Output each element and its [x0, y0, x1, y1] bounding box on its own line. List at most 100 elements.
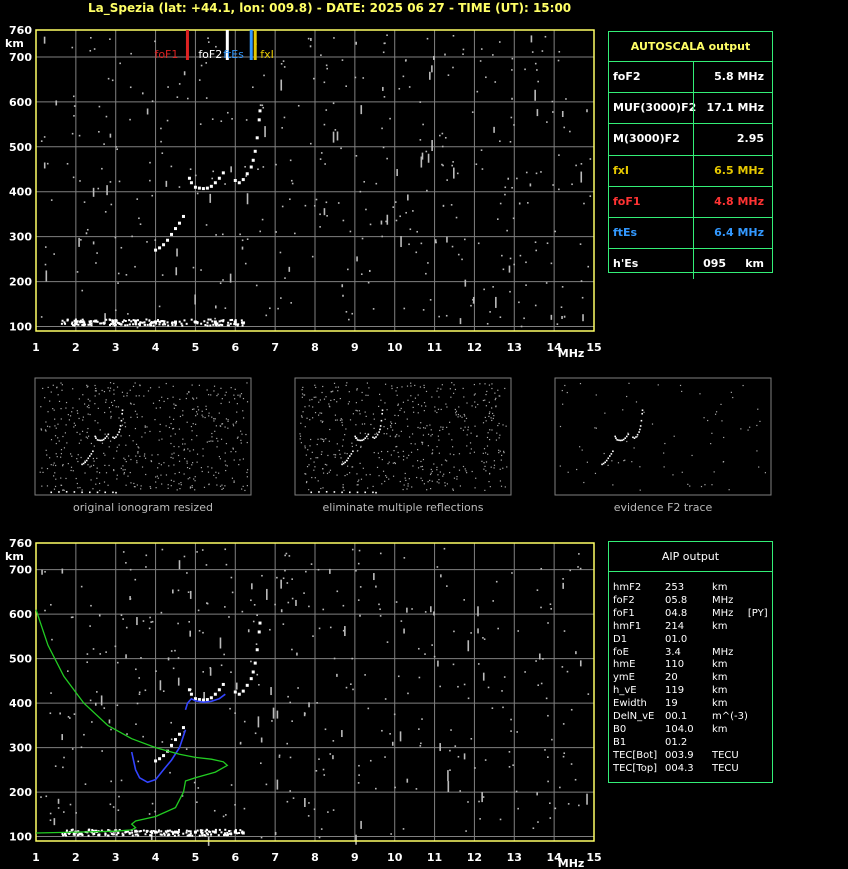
thumb-dot — [191, 486, 193, 489]
noise-dot — [355, 834, 357, 845]
aip-cell: B1 — [613, 736, 627, 748]
thumb-dot — [410, 451, 413, 453]
thumb-trace-point — [373, 437, 376, 439]
e-layer-point — [224, 828, 227, 831]
noise-dot — [467, 801, 469, 803]
noise-dot — [199, 123, 202, 125]
thumb-dot — [497, 424, 499, 427]
thumb-dot — [141, 436, 143, 438]
thumb-dot — [238, 464, 240, 466]
noise-dot — [142, 735, 144, 738]
thumb-dot — [405, 479, 407, 481]
thumb-dot — [328, 471, 330, 473]
noise-dot — [558, 154, 560, 156]
thumb-dot — [431, 480, 433, 482]
thumb-dot — [703, 417, 705, 419]
thumb-dot — [464, 415, 466, 417]
thumb-trace-point — [615, 437, 617, 439]
noise-dot — [322, 608, 325, 611]
noise-dot — [402, 828, 405, 830]
e-layer-point — [81, 318, 84, 321]
thumb-dot — [437, 435, 439, 437]
noise-dot — [316, 702, 318, 704]
e-layer-point — [136, 319, 139, 322]
autoscala-row: ftEs 6.4 MHz — [609, 217, 772, 250]
thumb-dot — [143, 455, 146, 457]
noise-dot — [188, 621, 191, 623]
thumb-dot — [308, 464, 310, 466]
thumb-dot — [179, 398, 181, 400]
thumb-dot — [410, 382, 412, 384]
aip-cell: TEC[Top] — [613, 762, 658, 774]
thumb-dot — [421, 441, 424, 444]
aip-cell — [748, 582, 768, 595]
thumb-dot — [639, 489, 641, 491]
thumb-dot — [498, 422, 500, 425]
thumb-dot — [235, 420, 238, 423]
thumb-dot — [373, 418, 375, 420]
thumb-dot — [50, 464, 52, 466]
thumb-dot — [421, 479, 423, 482]
thumb-dot — [408, 454, 410, 456]
thumb-dot — [46, 454, 48, 456]
e-layer-point — [218, 828, 221, 831]
thumb-dot — [494, 399, 496, 401]
thumb-dot — [55, 478, 57, 480]
autoscala-value: 17.1 MHz — [706, 101, 764, 115]
noise-dot — [575, 164, 577, 167]
thumb-dot — [474, 487, 476, 489]
thumb-dot — [711, 484, 713, 486]
thumb-dot — [227, 420, 229, 422]
thumb-dot — [359, 432, 361, 434]
thumb-dot — [500, 459, 502, 461]
thumb-dot — [246, 469, 249, 471]
thumb-trace-point — [112, 436, 114, 439]
thumb-dot — [45, 430, 47, 432]
noise-dot — [310, 37, 312, 41]
noise-dot — [110, 780, 112, 783]
trace-point — [193, 830, 197, 834]
thumb-dot — [93, 445, 95, 447]
noise-dot — [320, 828, 323, 830]
noise-dot — [483, 638, 486, 641]
thumb-dot — [241, 433, 243, 435]
noise-dot — [150, 621, 152, 623]
thumb-dot — [325, 396, 327, 398]
noise-dot — [185, 748, 188, 750]
noise-dot — [525, 171, 528, 174]
aip-row: DelN_vE 00.1 m^(-3) — [613, 711, 768, 724]
thumb-dot — [132, 385, 135, 387]
thumb-dot — [419, 427, 421, 429]
noise-dot — [304, 797, 306, 807]
thumb-dot — [192, 398, 195, 400]
thumb-dot — [170, 485, 172, 487]
aip-cell: TECU — [712, 762, 739, 774]
trace-point — [158, 246, 162, 250]
noise-dot — [549, 802, 551, 805]
thumb-dot — [116, 478, 118, 480]
noise-dot — [129, 118, 131, 121]
noise-dot — [547, 622, 549, 624]
noise-dot — [136, 702, 139, 705]
thumb-dot — [309, 419, 311, 421]
trace-point — [213, 692, 217, 696]
noise-dot — [535, 172, 538, 175]
noise-dot — [427, 262, 429, 264]
noise-dot — [311, 255, 314, 258]
thumb-dot — [358, 479, 360, 481]
noise-dot — [492, 286, 494, 288]
thumb-dot — [139, 455, 141, 457]
thumb-trace-point — [379, 428, 381, 431]
noise-dot — [325, 64, 328, 67]
thumb-trace-point — [618, 439, 620, 442]
thumb-dot — [226, 465, 228, 467]
thumb-dot — [208, 483, 210, 485]
e-layer-point — [191, 834, 194, 837]
noise-dot — [289, 159, 292, 162]
thumb-dot — [342, 439, 344, 441]
thumb-dot — [310, 438, 312, 441]
thumb-dot — [339, 419, 342, 421]
thumb-dot — [97, 422, 99, 424]
thumb-dot — [681, 471, 683, 473]
thumb-trace-point — [99, 439, 102, 442]
